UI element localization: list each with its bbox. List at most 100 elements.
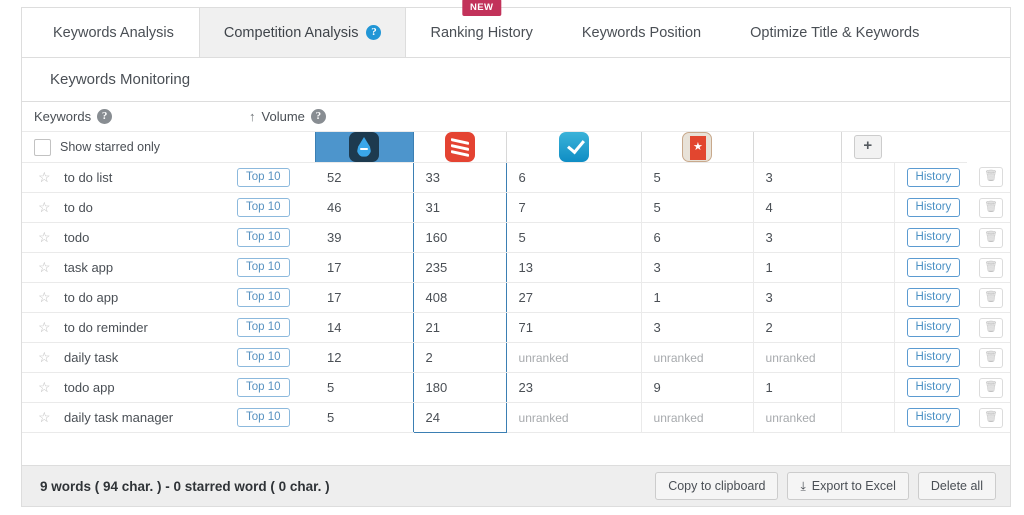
delete-cell[interactable]: 🗑: [967, 192, 1011, 223]
add-competitor-cell[interactable]: +: [840, 131, 895, 163]
table-row: ☆ to do reminder Top 10 14 21 71 3 2 History 🗑: [22, 312, 1011, 343]
history-cell[interactable]: History: [893, 162, 968, 193]
add-competitor-button[interactable]: +: [853, 135, 882, 159]
star-cell[interactable]: ☆: [22, 282, 52, 313]
header-spacer-6: [894, 101, 1011, 132]
app-column-header-any-do[interactable]: [314, 131, 414, 163]
history-cell[interactable]: History: [893, 372, 968, 403]
rank-cell-any-do: 33: [412, 162, 507, 193]
rank-cell-todoist: 7: [505, 192, 642, 223]
rank-cell-ticktick: 3: [640, 252, 754, 283]
delete-cell[interactable]: 🗑: [967, 252, 1011, 283]
delete-all-button[interactable]: Delete all: [917, 472, 996, 500]
keyword-label: daily task manager: [64, 410, 174, 425]
star-icon[interactable]: ☆: [38, 290, 51, 304]
rank-cell-any-do: 2: [412, 342, 507, 373]
history-cell[interactable]: History: [893, 252, 968, 283]
volume-cell: 14: [315, 312, 414, 343]
history-button[interactable]: History: [906, 258, 961, 277]
help-icon[interactable]: ?: [310, 109, 326, 124]
rank-cell-todoist: 5: [505, 222, 642, 253]
star-cell[interactable]: ☆: [22, 402, 52, 433]
app-column-header-wunderlist[interactable]: ★: [640, 131, 754, 163]
app-column-header-todoist[interactable]: [412, 131, 507, 163]
delete-row-button[interactable]: 🗑: [979, 317, 1004, 338]
delete-row-button[interactable]: 🗑: [979, 227, 1004, 248]
tab-ranking-history[interactable]: NEW Ranking History: [406, 0, 557, 57]
history-cell[interactable]: History: [893, 222, 968, 253]
star-cell[interactable]: ☆: [22, 372, 52, 403]
star-icon[interactable]: ☆: [38, 410, 51, 424]
delete-row-button[interactable]: 🗑: [979, 287, 1004, 308]
history-button[interactable]: History: [906, 348, 961, 367]
keyword-cell: to do reminder: [52, 312, 238, 343]
delete-cell[interactable]: 🗑: [967, 402, 1011, 433]
table-row: ☆ task app Top 10 17 235 13 3 1 History 🗑: [22, 252, 1011, 283]
star-icon[interactable]: ☆: [38, 350, 51, 364]
history-button[interactable]: History: [906, 408, 961, 427]
history-button[interactable]: History: [906, 198, 961, 217]
delete-row-button[interactable]: 🗑: [979, 257, 1004, 278]
show-starred-only-control[interactable]: Show starred only: [22, 131, 238, 163]
table-header-apps: Show starred only ★ +: [22, 131, 1010, 163]
header-volume-spacer: [237, 131, 316, 163]
tab-keywords-analysis[interactable]: Keywords Analysis: [29, 8, 199, 57]
star-cell[interactable]: ☆: [22, 252, 52, 283]
history-button[interactable]: History: [906, 288, 961, 307]
star-icon[interactable]: ☆: [38, 230, 51, 244]
history-cell[interactable]: History: [893, 282, 968, 313]
top-10-badge: Top 10: [237, 378, 290, 397]
star-cell[interactable]: ☆: [22, 312, 52, 343]
rank-value: 3: [765, 230, 773, 245]
header-spacer-2: [506, 101, 642, 132]
todoist-app-icon: [444, 132, 475, 162]
history-cell[interactable]: History: [893, 402, 968, 433]
history-cell[interactable]: History: [893, 312, 968, 343]
delete-cell[interactable]: 🗑: [967, 342, 1011, 373]
star-cell[interactable]: ☆: [22, 342, 52, 373]
tab-optimize-title-keywords[interactable]: Optimize Title & Keywords: [726, 8, 944, 57]
rank-cell-any-do: 180: [412, 372, 507, 403]
show-starred-only-checkbox[interactable]: [34, 138, 51, 156]
delete-cell[interactable]: 🗑: [967, 372, 1011, 403]
delete-cell[interactable]: 🗑: [967, 222, 1011, 253]
star-icon[interactable]: ☆: [38, 380, 51, 394]
tab-competition-analysis[interactable]: Competition Analysis ?: [198, 8, 407, 57]
app-column-header-ticktick[interactable]: [505, 131, 642, 163]
anydo-app-icon: [349, 132, 380, 162]
delete-cell[interactable]: 🗑: [967, 162, 1011, 193]
history-button[interactable]: History: [906, 318, 961, 337]
history-cell[interactable]: History: [893, 342, 968, 373]
help-icon[interactable]: ?: [366, 25, 382, 40]
star-icon[interactable]: ☆: [38, 200, 51, 214]
header-spacer-3: [641, 101, 754, 132]
volume-cell: 5: [315, 372, 414, 403]
history-cell[interactable]: History: [893, 192, 968, 223]
star-cell[interactable]: ☆: [22, 222, 52, 253]
header-volume-cell[interactable]: ↑ Volume ?: [237, 101, 414, 132]
delete-row-button[interactable]: 🗑: [979, 197, 1004, 218]
history-button[interactable]: History: [906, 168, 961, 187]
export-to-excel-button[interactable]: ⤓ Export to Excel: [787, 472, 909, 500]
delete-row-button[interactable]: 🗑: [979, 377, 1004, 398]
help-icon[interactable]: ?: [97, 109, 113, 124]
copy-to-clipboard-button[interactable]: Copy to clipboard: [655, 472, 779, 500]
star-cell[interactable]: ☆: [22, 162, 52, 193]
star-icon[interactable]: ☆: [38, 170, 51, 184]
delete-row-button[interactable]: 🗑: [979, 347, 1004, 368]
tab-keywords-position[interactable]: Keywords Position: [558, 8, 726, 57]
delete-all-label: Delete all: [930, 479, 983, 493]
history-button[interactable]: History: [906, 378, 961, 397]
star-icon[interactable]: ☆: [38, 260, 51, 274]
delete-row-button[interactable]: 🗑: [979, 407, 1004, 428]
history-button[interactable]: History: [906, 228, 961, 247]
delete-cell[interactable]: 🗑: [967, 282, 1011, 313]
delete-row-button[interactable]: 🗑: [979, 167, 1004, 188]
delete-cell[interactable]: 🗑: [967, 312, 1011, 343]
rank-value: 160: [425, 230, 448, 245]
top-rank-cell: Top 10: [237, 222, 316, 253]
star-cell[interactable]: ☆: [22, 192, 52, 223]
sort-ascending-icon[interactable]: ↑: [249, 110, 256, 123]
star-icon[interactable]: ☆: [38, 320, 51, 334]
rank-cell-ticktick: 1: [640, 282, 754, 313]
